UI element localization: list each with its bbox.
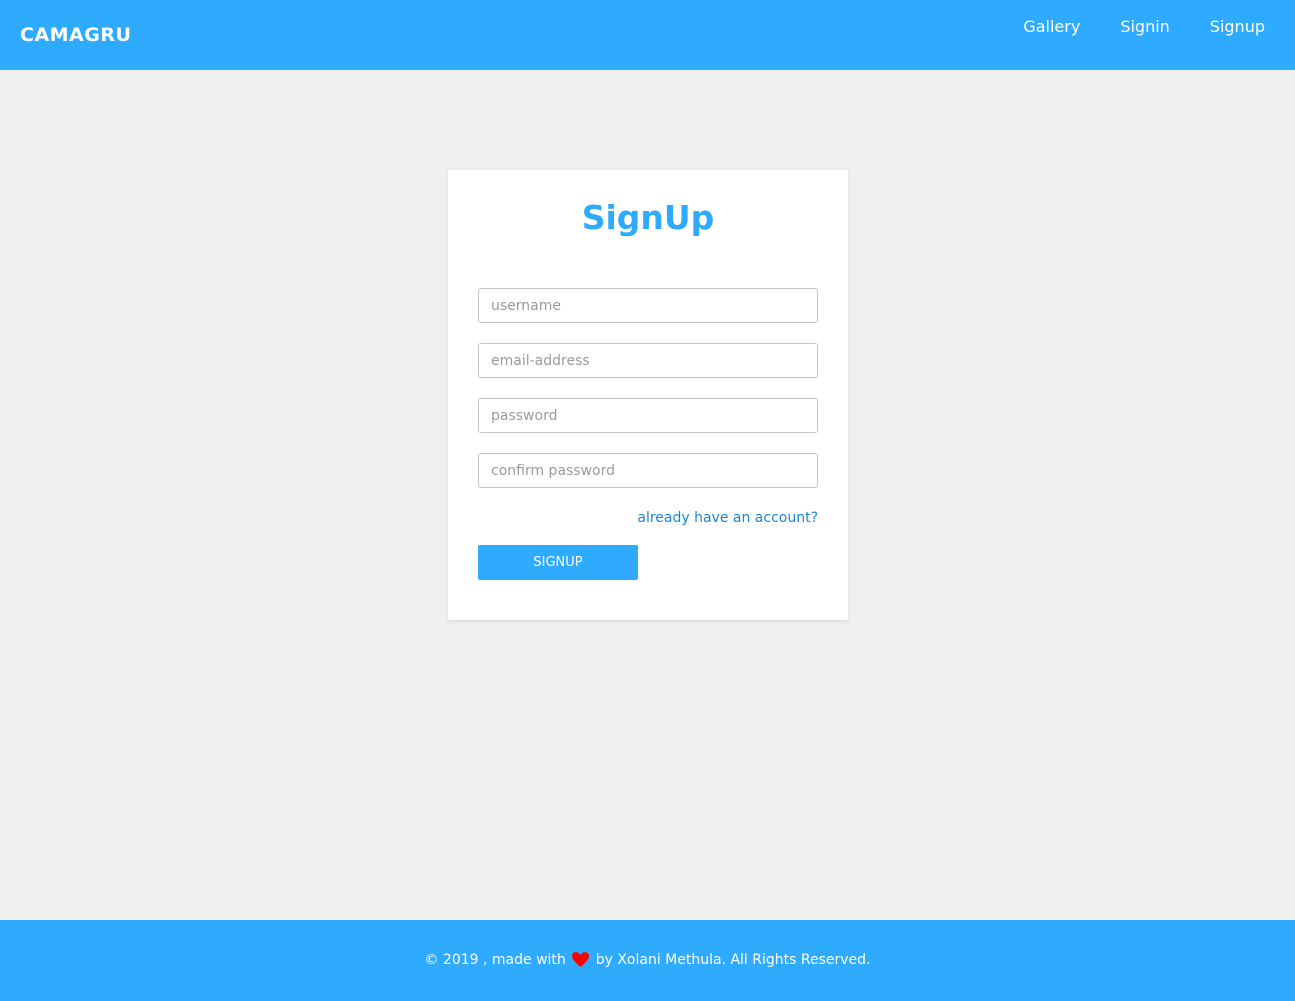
footer-text: © 2019 , made with by Xolani Methula. Al… [0, 950, 1295, 973]
nav-link-signup[interactable]: Signup [1210, 17, 1265, 37]
username-field[interactable] [478, 288, 818, 323]
password-field[interactable] [478, 398, 818, 433]
signin-link[interactable]: already have an account? [637, 509, 818, 527]
form-title: SignUp [581, 198, 715, 237]
footer: © 2019 , made with by Xolani Methula. Al… [0, 920, 1295, 1001]
confirm-password-field[interactable] [478, 453, 818, 488]
top-navbar: CAMAGRU Gallery Signin Signup [0, 0, 1295, 70]
signup-button[interactable]: SIGNUP [478, 545, 638, 580]
nav-link-gallery[interactable]: Gallery [1023, 17, 1080, 37]
heart-icon [572, 952, 590, 973]
footer-prefix: © 2019 , made with [424, 952, 566, 968]
main-nav: Gallery Signin Signup [1023, 17, 1265, 37]
footer-suffix: by Xolani Methula. All Rights Reserved. [595, 952, 871, 968]
email-field[interactable] [478, 343, 818, 378]
nav-link-signin[interactable]: Signin [1120, 17, 1169, 37]
brand-logo[interactable]: CAMAGRU [20, 23, 131, 47]
signup-card: SignUp already have an account? SIGNUP [448, 170, 848, 620]
